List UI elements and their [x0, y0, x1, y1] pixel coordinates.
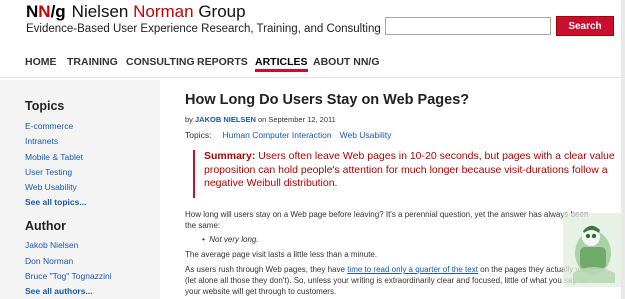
- summary-label: Summary:: [204, 150, 256, 162]
- article-title: How Long Do Users Stay on Web Pages?: [185, 92, 470, 108]
- logo-brand: Nielsen Norman Group: [71, 2, 246, 21]
- nav-consulting[interactable]: CONSULTING: [126, 56, 195, 68]
- sidebar: Topics E-commerce Intranets Mobile & Tab…: [0, 80, 160, 299]
- search-input[interactable]: [385, 17, 551, 35]
- article-topics: Topics: Human Computer Interaction Web Usa…: [185, 130, 391, 140]
- sidebar-author-jakob-nielsen[interactable]: Jakob Nielsen: [25, 240, 78, 250]
- topics-label: Topics:: [185, 130, 212, 140]
- sidebar-topic-ecommerce[interactable]: E-commerce: [25, 121, 73, 131]
- sidebar-author-bruce-tognazzini[interactable]: Bruce "Tog" Tognazzini: [25, 271, 112, 281]
- paragraph-1-line-2: the same:: [185, 221, 221, 230]
- sidebar-topics-heading: Topics: [25, 99, 65, 113]
- page-right-edge: [621, 0, 625, 299]
- read-quarter-text-link[interactable]: time to read only a quarter of the text: [347, 265, 478, 274]
- nav-reports[interactable]: REPORTS: [197, 56, 248, 68]
- nav-divider: [0, 77, 625, 78]
- see-all-authors-link[interactable]: See all authors...: [25, 286, 93, 296]
- paragraph-3-line-2: (let alone all those they don't). So, un…: [185, 276, 588, 285]
- byline-author-link[interactable]: JAKOB NIELSEN: [195, 115, 256, 124]
- see-all-topics-link[interactable]: See all topics...: [25, 197, 86, 207]
- site-logo[interactable]: NN/g Nielsen Norman Group: [26, 2, 246, 22]
- search-button[interactable]: Search: [556, 16, 614, 36]
- paragraph-2: The average page visit lasts a little le…: [185, 250, 378, 259]
- logo-nng: NN/g: [26, 2, 66, 21]
- summary-text: Users often leave Web pages in 10-20 sec…: [204, 150, 615, 189]
- bullet-item: • Not very long.: [202, 235, 259, 244]
- sidebar-topic-web-usability[interactable]: Web Usability: [25, 182, 77, 192]
- nav-about[interactable]: ABOUT NN/G: [313, 56, 380, 68]
- site-tagline: Evidence-Based User Experience Research,…: [26, 23, 381, 35]
- article-summary: Summary: Users often leave Web pages in …: [193, 150, 623, 198]
- article-byline: by JAKOB NIELSEN on September 12, 2011: [185, 115, 336, 124]
- sidebar-author-don-norman[interactable]: Don Norman: [25, 256, 73, 266]
- paragraph-3-line-3: your website will get through to custome…: [185, 287, 337, 296]
- main-nav: HOME TRAINING CONSULTING REPORTS ARTICLE…: [0, 52, 625, 74]
- nav-home[interactable]: HOME: [25, 56, 57, 68]
- site-header: NN/g Nielsen Norman Group Evidence-Based …: [0, 0, 625, 46]
- sidebar-topic-mobile-tablet[interactable]: Mobile & Tablet: [25, 152, 83, 162]
- sidebar-author-heading: Author: [25, 219, 66, 233]
- paragraph-1-line-1: How long will users stay on a Web page b…: [185, 210, 589, 219]
- topic-link-hci[interactable]: Human Computer Interaction: [222, 130, 331, 140]
- paragraph-3-line-1: As users rush through Web pages, they ha…: [185, 265, 590, 274]
- topic-link-web-usability[interactable]: Web Usability: [340, 130, 392, 140]
- character-logo-icon: [563, 213, 625, 287]
- nav-articles[interactable]: ARTICLES: [255, 56, 308, 72]
- byline-date: on September 12, 2011: [257, 115, 336, 124]
- sidebar-topic-intranets[interactable]: Intranets: [25, 136, 58, 146]
- sidebar-topic-user-testing[interactable]: User Testing: [25, 167, 72, 177]
- byline-prefix: by: [185, 115, 193, 124]
- nav-training[interactable]: TRAINING: [67, 56, 118, 68]
